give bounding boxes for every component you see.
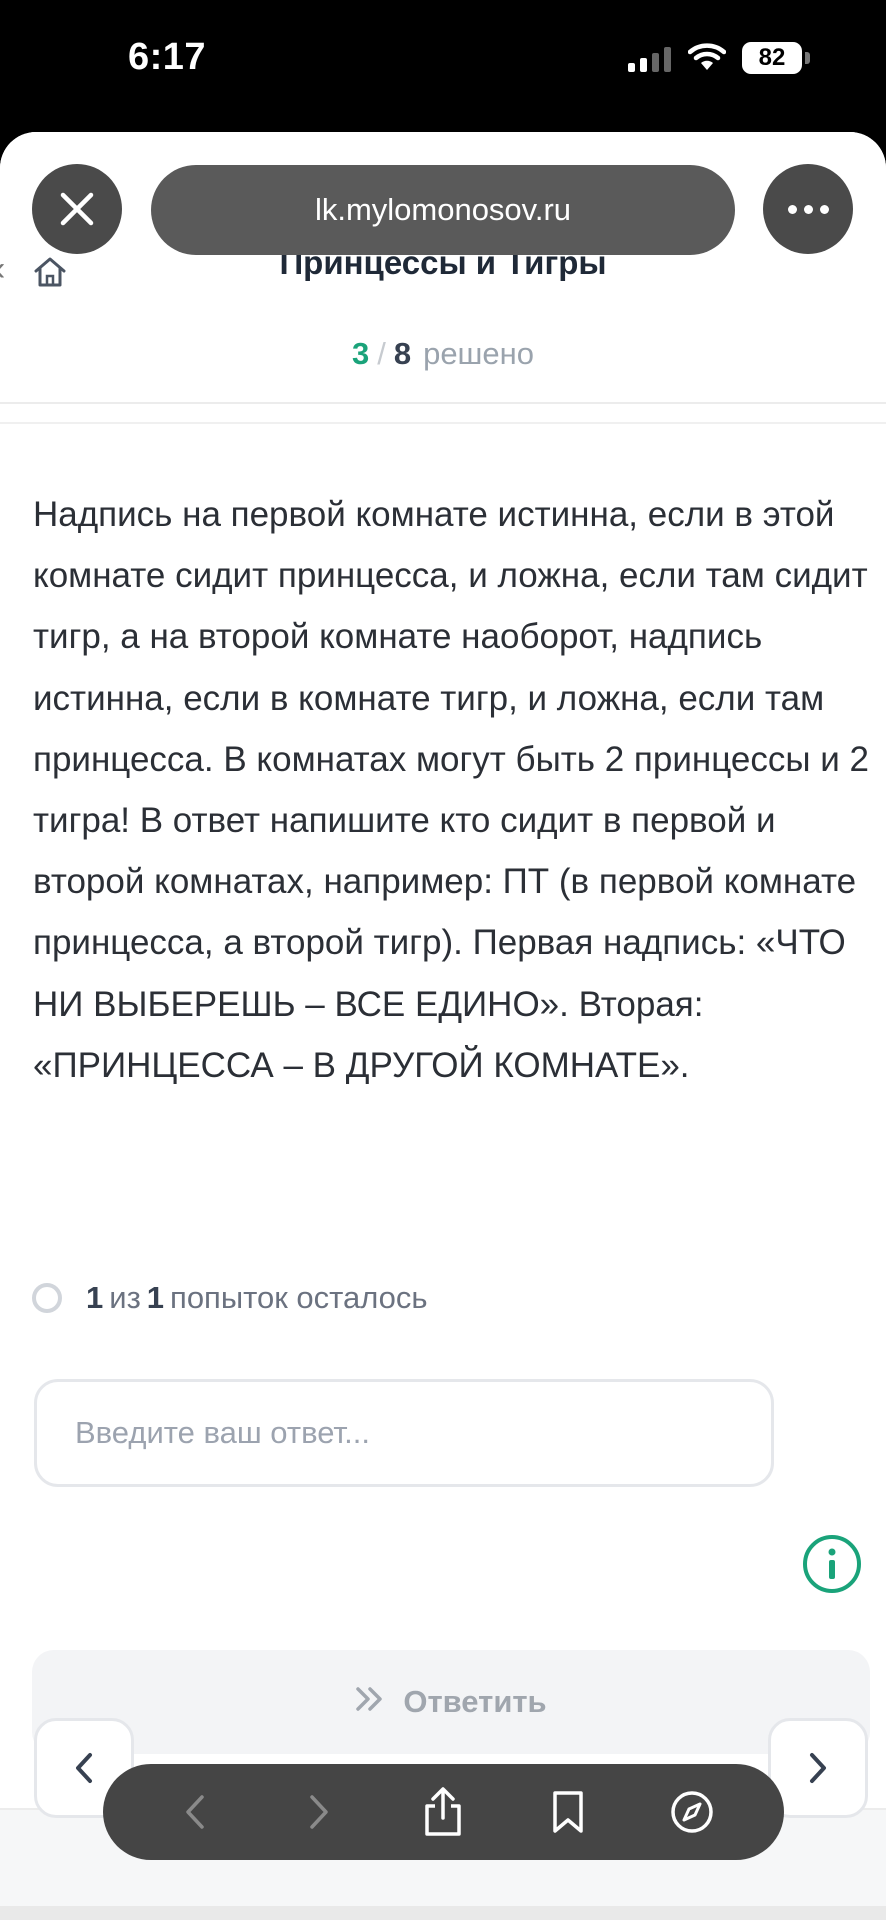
- browser-toolbar: [103, 1764, 784, 1860]
- attempts-label: попыток осталось: [170, 1280, 428, 1315]
- battery-tip: [805, 52, 810, 64]
- attempts-ring-icon: [32, 1283, 62, 1313]
- solved-label: решено: [423, 336, 535, 371]
- browser-forward-button[interactable]: [289, 1782, 349, 1842]
- compass-icon[interactable]: [662, 1782, 722, 1842]
- close-icon: [60, 192, 94, 226]
- submit-button[interactable]: Ответить: [32, 1650, 870, 1754]
- wifi-icon: [687, 42, 727, 77]
- double-chevron-icon: [355, 1684, 385, 1720]
- share-icon[interactable]: [413, 1782, 473, 1842]
- battery-indicator: 82: [742, 42, 802, 74]
- home-indicator: [0, 1906, 886, 1920]
- url-bar[interactable]: lk.mylomonosov.ru: [151, 165, 735, 255]
- attempts-counter: 1 из 1 попыток осталось: [32, 1280, 434, 1316]
- attempts-left: 1: [86, 1280, 104, 1315]
- attempts-of: из: [109, 1280, 141, 1315]
- divider: [0, 422, 886, 424]
- answer-input[interactable]: [34, 1379, 774, 1487]
- attempts-total: 1: [146, 1280, 165, 1315]
- task-question: Надпись на первой комнате истинна, если …: [33, 495, 869, 1085]
- web-page: ‹ Принцессы и Тигры 3/8решено Надпись на…: [0, 132, 886, 1920]
- cellular-signal-icon: [628, 46, 671, 72]
- status-bar: 6:17 82: [0, 0, 886, 130]
- solved-progress: 3/8 решено: [0, 336, 886, 372]
- more-button[interactable]: [763, 164, 853, 254]
- browser-back-button[interactable]: [165, 1782, 225, 1842]
- submit-label: Ответить: [403, 1684, 547, 1719]
- total-count: 8: [393, 336, 412, 371]
- status-time: 6:17: [128, 36, 207, 78]
- solved-count: 3: [351, 336, 370, 371]
- progress-separator: /: [377, 336, 386, 371]
- info-icon[interactable]: [801, 1533, 863, 1595]
- bookmark-icon[interactable]: [538, 1782, 598, 1842]
- close-button[interactable]: [32, 164, 122, 254]
